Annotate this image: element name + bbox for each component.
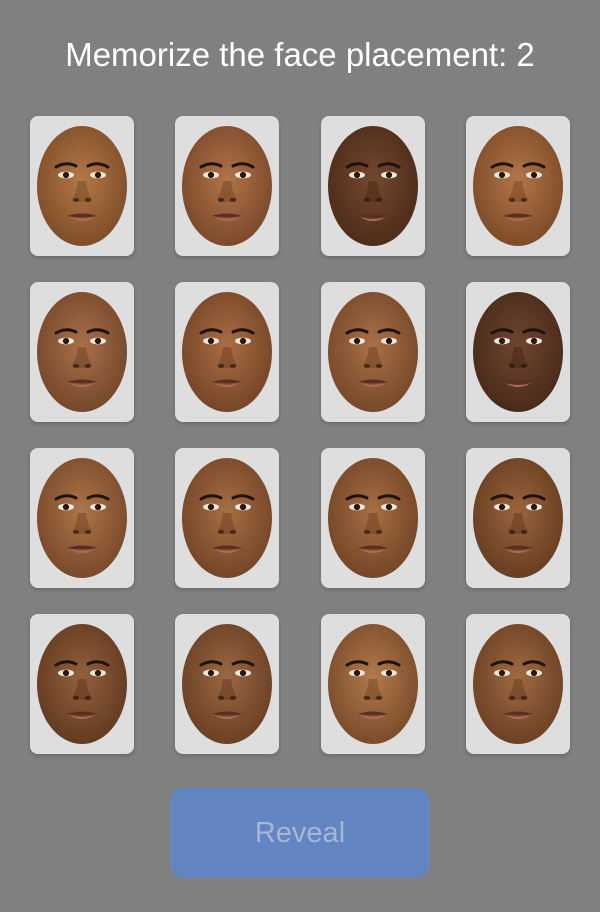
face-card[interactable] (465, 448, 570, 588)
face-card[interactable] (30, 282, 134, 422)
face-card[interactable] (465, 282, 570, 422)
face-image (472, 292, 563, 412)
face-image (37, 126, 127, 246)
face-card[interactable] (30, 116, 134, 256)
face-card[interactable] (465, 116, 570, 256)
face-image (472, 458, 563, 578)
face-card[interactable] (30, 448, 134, 588)
face-image (182, 458, 273, 578)
face-image (182, 292, 273, 412)
game-screen: Memorize the face placement: 2 Reveal (0, 0, 600, 912)
face-card[interactable] (175, 614, 280, 754)
face-card[interactable] (320, 282, 425, 422)
face-image (327, 458, 418, 578)
face-card[interactable] (175, 116, 280, 256)
face-image (327, 126, 418, 246)
face-image (472, 624, 563, 744)
face-card[interactable] (175, 282, 280, 422)
face-image (37, 624, 127, 744)
face-image (37, 292, 127, 412)
face-card[interactable] (320, 448, 425, 588)
face-image (37, 458, 127, 578)
face-image (472, 126, 563, 246)
face-image (182, 126, 273, 246)
page-title: Memorize the face placement: 2 (65, 36, 535, 73)
reveal-button[interactable]: Reveal (170, 788, 430, 878)
face-image (327, 624, 418, 744)
face-card[interactable] (175, 448, 280, 588)
face-card[interactable] (465, 614, 570, 754)
face-grid (30, 116, 570, 754)
face-card[interactable] (320, 116, 425, 256)
face-card[interactable] (320, 614, 425, 754)
face-card[interactable] (30, 614, 134, 754)
face-image (182, 624, 273, 744)
face-image (327, 292, 418, 412)
